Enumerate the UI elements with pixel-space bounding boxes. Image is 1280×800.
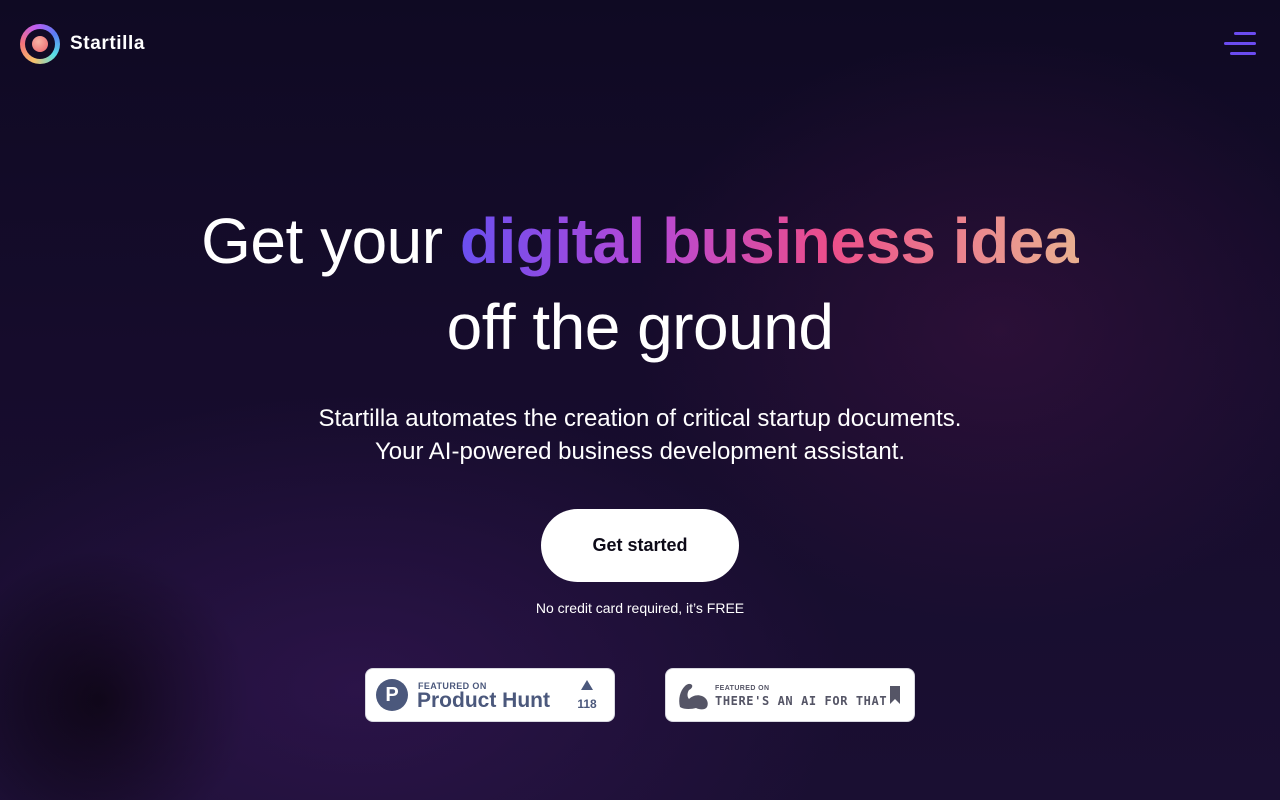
upvote-arrow-icon [581, 680, 593, 690]
hero-subtitle-line2: Your AI-powered business development ass… [374, 438, 906, 465]
product-hunt-logo-icon: P [376, 679, 408, 711]
hero-title-highlight: digital business idea [459, 205, 1080, 277]
brand-logo-link[interactable]: Startilla [20, 24, 145, 64]
hero-subtitle: Startilla automates the creation of crit… [0, 402, 1280, 468]
taaft-featured-label: FEATURED ON [715, 685, 770, 692]
hero-subtitle-line1: Startilla automates the creation of crit… [318, 405, 962, 432]
flexed-arm-icon [679, 683, 708, 710]
upvote-count: 118 [577, 697, 597, 711]
cta-note: No credit card required, it’s FREE [535, 600, 745, 616]
get-started-button[interactable]: Get started [541, 509, 739, 582]
taaft-badge[interactable]: FEATURED ON THERE'S AN AI FOR THAT [665, 668, 915, 722]
hero-title-line2: off the ground [446, 291, 834, 363]
hero-title-prefix: Get your [201, 205, 460, 277]
product-hunt-name: Product Hunt [417, 689, 550, 712]
hamburger-menu-icon [1234, 32, 1256, 35]
product-hunt-badge[interactable]: P FEATURED ON Product Hunt 118 [365, 668, 615, 722]
startilla-logo-icon [20, 24, 60, 64]
bookmark-icon [890, 686, 900, 704]
hero-title: Get your digital business idea off the g… [0, 198, 1280, 370]
taaft-name: THERE'S AN AI FOR THAT [715, 694, 888, 708]
hamburger-menu-button[interactable] [1224, 30, 1256, 58]
brand-name: Startilla [70, 33, 146, 54]
